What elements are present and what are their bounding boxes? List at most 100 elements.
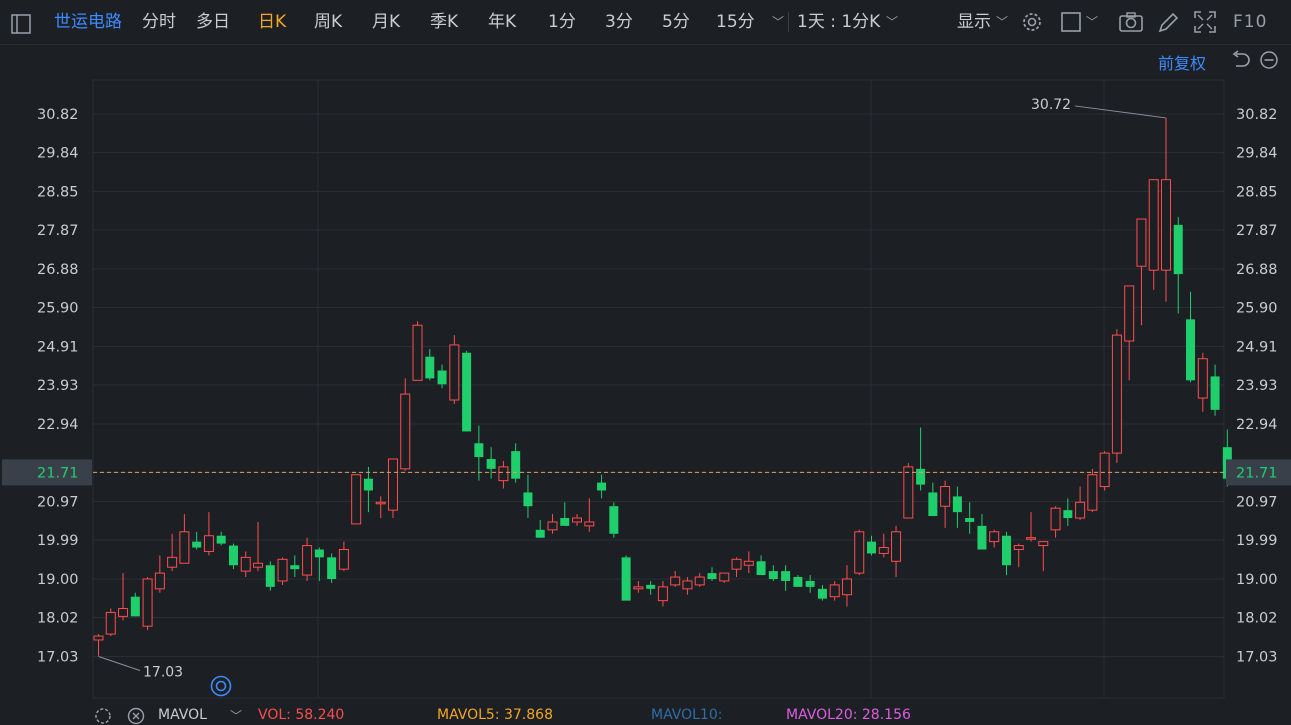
candle-body bbox=[240, 556, 251, 572]
tab-duori[interactable]: 多日 bbox=[196, 0, 230, 44]
interval-selector[interactable]: 1天 : 1分K bbox=[797, 0, 880, 44]
candle-body bbox=[412, 324, 423, 381]
candle-body bbox=[1160, 179, 1171, 271]
candle-body bbox=[719, 572, 730, 582]
candlestick-chart[interactable]: 30.72 17.03 30.82 29.84 28.85 27.87 26.88 25.9… bbox=[0, 78, 1291, 700]
candle-body bbox=[93, 635, 104, 641]
tab-niank[interactable]: 年K bbox=[488, 0, 516, 44]
chart-toolbar: 世运电路 分时 多日 日K 周K 月K 季K 年K 1分 3分 5分 15分 ﹀… bbox=[0, 0, 1291, 45]
candle-body bbox=[646, 584, 656, 589]
candle-body bbox=[903, 466, 914, 519]
camera-icon[interactable] bbox=[1118, 9, 1144, 35]
y-tick-label-left: 26.88 bbox=[37, 262, 79, 278]
candle-up bbox=[351, 474, 362, 525]
sidebar-toggle-icon[interactable] bbox=[10, 11, 32, 37]
candle-body bbox=[731, 558, 742, 570]
tab-3min[interactable]: 3分 bbox=[605, 0, 633, 44]
indicator-close-icon[interactable] bbox=[127, 707, 145, 725]
y-tick-label-left: 23.93 bbox=[37, 378, 79, 394]
display-chevron-icon[interactable]: ﹀ bbox=[996, 0, 1008, 44]
indicator-settings-icon[interactable] bbox=[94, 707, 112, 725]
candle-body bbox=[351, 474, 362, 525]
candle-body bbox=[793, 577, 803, 587]
candle-body bbox=[1087, 474, 1098, 511]
y-tick-label-right: 18.02 bbox=[1236, 611, 1278, 627]
candle-body bbox=[105, 611, 116, 635]
candle-body bbox=[265, 565, 275, 587]
tab-5min[interactable]: 5分 bbox=[662, 0, 690, 44]
candle-body bbox=[940, 486, 951, 507]
candle-body bbox=[1038, 541, 1049, 547]
layout-chevron-icon[interactable]: ﹀ bbox=[1086, 0, 1098, 44]
tab-fenshi[interactable]: 分时 bbox=[142, 0, 176, 44]
candle-body bbox=[338, 548, 349, 570]
candle-body bbox=[891, 531, 902, 562]
window-layout-icon[interactable] bbox=[1060, 9, 1084, 35]
candle-body bbox=[768, 571, 778, 579]
tab-1min[interactable]: 1分 bbox=[548, 0, 576, 44]
mavol-selector[interactable]: MAVOL bbox=[158, 707, 207, 723]
candle-up bbox=[719, 572, 730, 583]
y-tick-label-right: 22.94 bbox=[1236, 417, 1278, 433]
y-tick-label-right: 26.88 bbox=[1236, 262, 1278, 278]
zoom-out-icon[interactable] bbox=[1259, 50, 1279, 70]
candle-body bbox=[572, 517, 583, 523]
candle-down bbox=[265, 561, 275, 591]
interval-chevron-icon[interactable]: ﹀ bbox=[886, 0, 898, 44]
y-tick-label-right: 17.03 bbox=[1236, 649, 1278, 665]
candle-body bbox=[1124, 285, 1135, 342]
candle-body bbox=[1210, 376, 1220, 410]
volume-indicator-bar: MAVOL ﹀ VOL: 58.240 MAVOL5: 37.868 MAVOL… bbox=[0, 700, 1291, 725]
settings-gear-icon[interactable] bbox=[1020, 9, 1044, 35]
f10-button[interactable]: F10 bbox=[1233, 0, 1267, 44]
candle-body bbox=[547, 521, 558, 531]
tab-rik[interactable]: 日K bbox=[258, 0, 286, 44]
period-more-chevron-icon[interactable]: ﹀ bbox=[772, 0, 784, 44]
y-tick-label-right: 20.97 bbox=[1236, 494, 1278, 510]
mavol10-value: MAVOL10: bbox=[651, 707, 723, 723]
candle-up bbox=[1111, 329, 1122, 463]
candle-body bbox=[977, 525, 987, 550]
candle-body bbox=[1099, 452, 1110, 488]
mavol-chevron-icon[interactable]: ﹀ bbox=[230, 707, 242, 724]
candle-body bbox=[1063, 510, 1073, 519]
candle-down bbox=[609, 502, 619, 538]
right-price-axis: 30.82 29.84 28.85 27.87 26.88 25.90 24.91 23.93… bbox=[1236, 107, 1278, 665]
candle-up bbox=[105, 608, 116, 637]
y-tick-label-left: 22.94 bbox=[37, 417, 79, 433]
candle-body bbox=[560, 518, 570, 526]
candle-body bbox=[928, 492, 938, 517]
candle-body bbox=[1050, 507, 1061, 531]
candle-body bbox=[805, 580, 815, 587]
y-tick-label-right: 28.85 bbox=[1236, 184, 1278, 200]
y-tick-label-left: 17.03 bbox=[37, 649, 79, 665]
y-tick-label-left: 19.99 bbox=[37, 533, 79, 549]
price-adjust-toggle[interactable]: 前复权 bbox=[1158, 50, 1206, 74]
draw-pencil-icon[interactable] bbox=[1156, 9, 1180, 35]
y-tick-label-right: 29.84 bbox=[1236, 146, 1278, 162]
locate-target-icon[interactable] bbox=[210, 675, 232, 697]
candle-body bbox=[535, 529, 545, 538]
y-tick-label-right: 25.90 bbox=[1236, 301, 1278, 317]
tab-zhouk[interactable]: 周K bbox=[314, 0, 342, 44]
candle-body bbox=[511, 451, 521, 479]
candle-body bbox=[1001, 535, 1011, 566]
tab-yuek[interactable]: 月K bbox=[372, 0, 400, 44]
y-tick-label-right: 23.93 bbox=[1236, 378, 1278, 394]
display-menu[interactable]: 显示 bbox=[957, 0, 991, 44]
undo-icon[interactable] bbox=[1230, 50, 1250, 70]
candle-body bbox=[743, 560, 754, 566]
candle-body bbox=[657, 586, 668, 602]
tab-15min[interactable]: 15分 bbox=[716, 0, 755, 44]
vol-value: VOL: 58.240 bbox=[258, 707, 345, 723]
candle-body bbox=[167, 556, 178, 568]
y-tick-label-right: 27.87 bbox=[1236, 223, 1278, 239]
candle-body bbox=[400, 393, 411, 470]
y-tick-label-left: 18.02 bbox=[37, 611, 79, 627]
candle-body bbox=[989, 531, 1000, 543]
candle-body bbox=[965, 518, 975, 522]
tab-jik[interactable]: 季K bbox=[430, 0, 458, 44]
fullscreen-icon[interactable] bbox=[1192, 9, 1218, 35]
candle-up bbox=[142, 577, 153, 631]
candle-body bbox=[707, 573, 717, 579]
